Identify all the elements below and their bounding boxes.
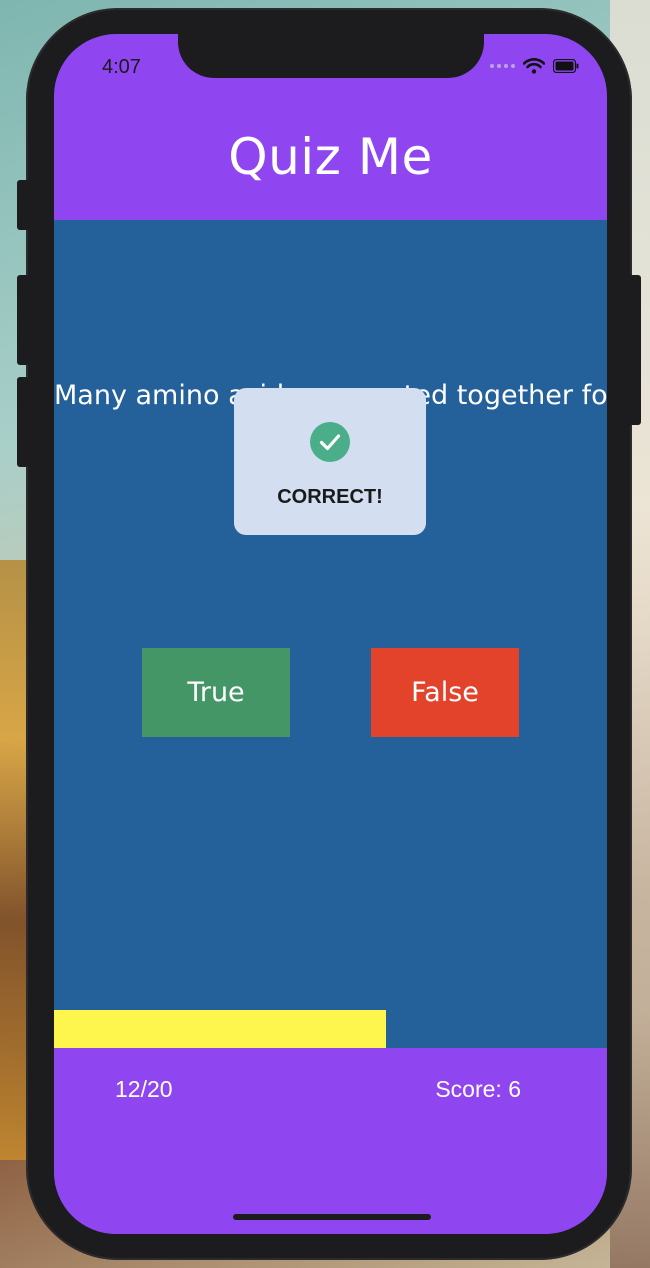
progress-fill — [54, 1010, 386, 1048]
check-circle-icon — [310, 422, 350, 466]
signal-dots-icon — [490, 64, 515, 68]
status-time: 4:07 — [102, 56, 141, 78]
home-indicator[interactable] — [233, 1214, 431, 1220]
silent-switch — [17, 180, 29, 230]
volume-up-button — [17, 275, 29, 365]
popup-message: CORRECT! — [277, 486, 383, 508]
volume-down-button — [17, 377, 29, 467]
footer: 12/20 Score: 6 — [54, 1048, 607, 1234]
true-button[interactable]: True — [142, 648, 290, 737]
wifi-icon — [523, 58, 545, 74]
correct-popup: CORRECT! — [234, 388, 426, 535]
app-title: Quiz Me — [228, 128, 433, 186]
status-icons — [490, 58, 579, 74]
question-counter: 12/20 — [115, 1076, 173, 1102]
status-bar: 4:07 — [54, 34, 607, 94]
power-button — [629, 275, 641, 425]
score-label: Score: 6 — [435, 1076, 521, 1102]
quiz-area: Many amino acids connected together form… — [54, 220, 607, 1048]
progress-bar — [54, 1010, 607, 1048]
app-header: Quiz Me — [54, 94, 607, 220]
notch — [178, 34, 484, 78]
false-button[interactable]: False — [371, 648, 519, 737]
battery-icon — [553, 59, 579, 73]
phone-screen: 4:07 Quiz Me Many amino together fo CORR… — [54, 34, 607, 1234]
